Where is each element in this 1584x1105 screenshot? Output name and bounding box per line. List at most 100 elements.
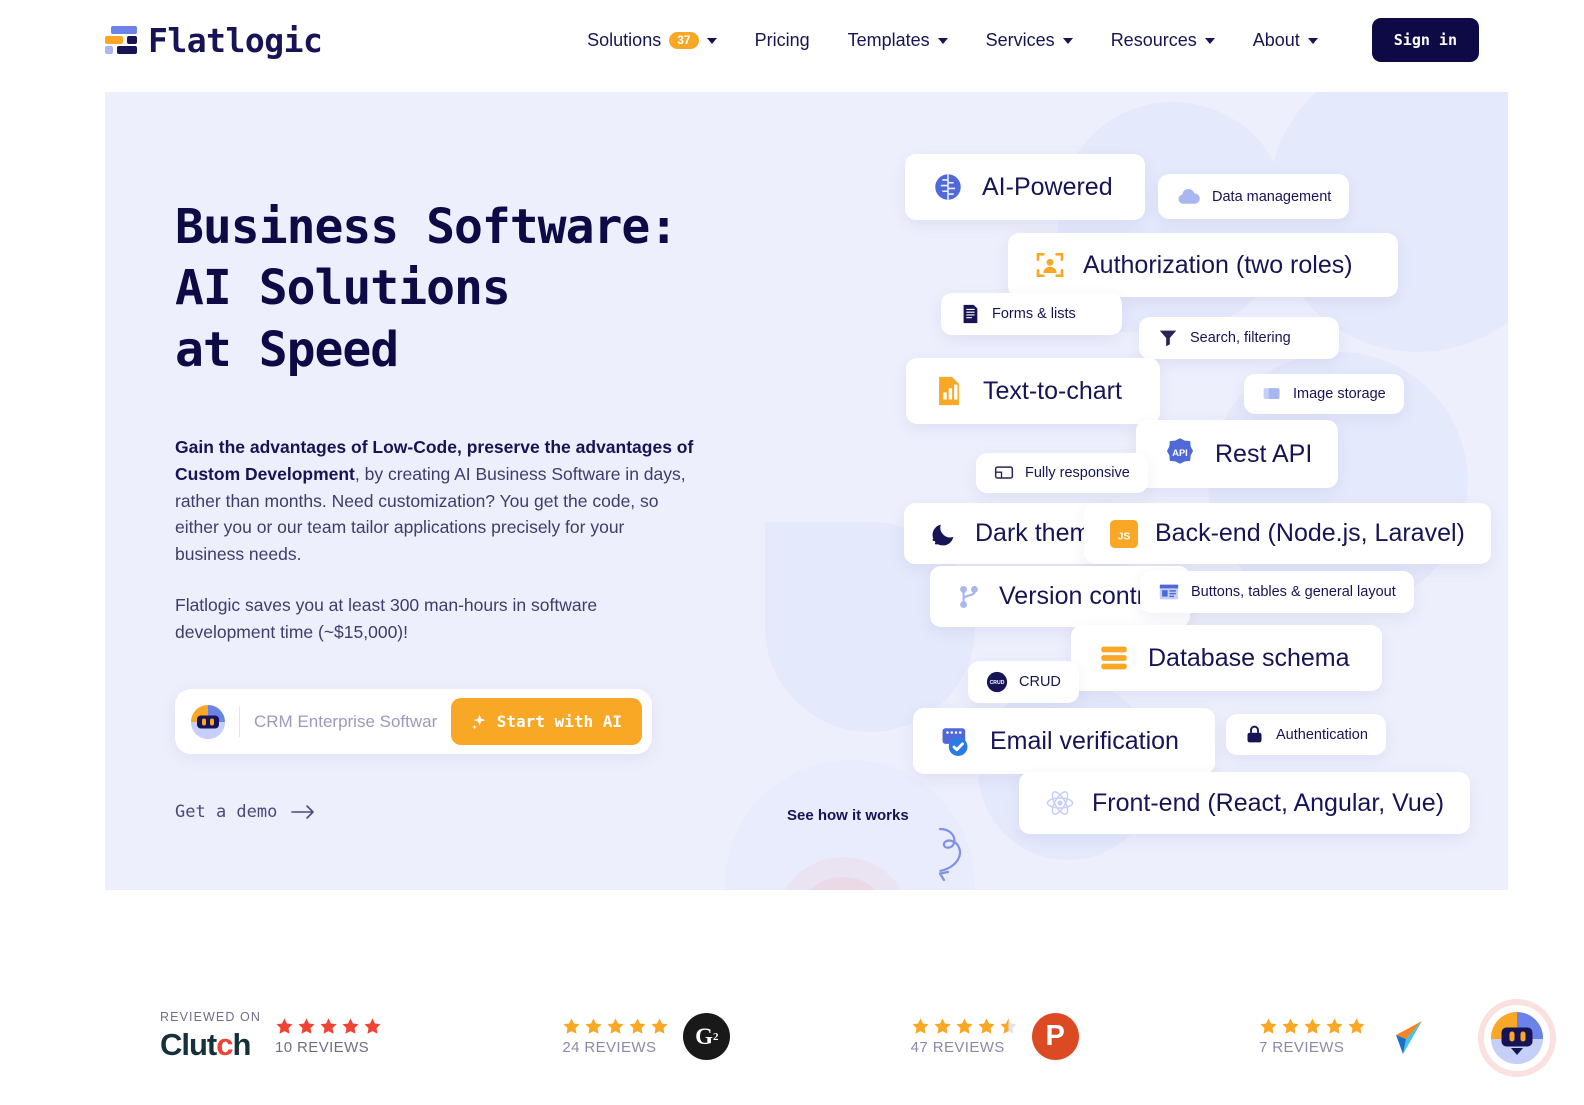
responsive-icon (994, 463, 1014, 483)
feature-card-label: Rest API (1215, 439, 1313, 468)
git-branch-icon (956, 584, 982, 610)
site-header: Flatlogic Solutions 37 Pricing Templates… (0, 0, 1584, 80)
review-count: 24 REVIEWS (562, 1039, 657, 1056)
star-icon (934, 1018, 951, 1034)
star-icon (298, 1018, 315, 1034)
brand-logo[interactable]: Flatlogic (105, 21, 323, 60)
moon-icon (930, 520, 958, 548)
feature-card-authentication[interactable]: Authentication (1226, 714, 1386, 755)
nav-item-solutions[interactable]: Solutions 37 (587, 30, 717, 51)
star-icon (563, 1018, 580, 1034)
feature-card-search-filtering[interactable]: Search, filtering (1139, 317, 1339, 359)
star-rating (275, 1017, 382, 1036)
feature-card-back-end-node-js-laravel[interactable]: JS Back-end (Node.js, Laravel) (1084, 503, 1491, 564)
feature-card-text-to-chart[interactable]: Text-to-chart (906, 358, 1160, 424)
api-icon: API (1162, 436, 1198, 472)
email-verify-icon (939, 724, 973, 758)
curved-arrow-icon (938, 827, 962, 882)
feature-card-label: AI-Powered (982, 172, 1113, 201)
chatbot-avatar-icon (1491, 1012, 1543, 1064)
star-icon (629, 1018, 646, 1034)
feature-card-label: Forms & lists (992, 306, 1076, 322)
feature-card-fully-responsive[interactable]: Fully responsive (976, 453, 1148, 493)
feature-card-email-verification[interactable]: Email verification (913, 708, 1215, 774)
feature-card-front-end-react-angular-vue[interactable]: Front-end (React, Angular, Vue) (1019, 772, 1471, 834)
review-badges: REVIEWED ON Clutch 10 REVIEWS 24 REVIEWS… (0, 1010, 1584, 1063)
feature-card-authorization-two-roles[interactable]: Authorization (two roles) (1008, 233, 1398, 297)
feature-card-crud[interactable]: CRUD CRUD (968, 661, 1079, 703)
star-icon (1348, 1018, 1365, 1034)
star-icon (320, 1018, 337, 1034)
chat-widget-button[interactable] (1478, 999, 1556, 1077)
nav-item-about[interactable]: About (1253, 30, 1318, 51)
user-scan-icon (1034, 249, 1066, 281)
feature-card-label: Buttons, tables & general layout (1191, 584, 1396, 600)
hero-section: Business Software: AI Solutions at Speed… (105, 92, 1508, 890)
svg-text:API: API (1172, 448, 1187, 458)
star-icon (978, 1018, 995, 1034)
chart-doc-icon (932, 374, 966, 408)
feature-card-buttons-tables-general-layout[interactable]: Buttons, tables & general layout (1140, 571, 1414, 613)
review-count: 10 REVIEWS (275, 1039, 370, 1056)
image-stack-icon (1262, 384, 1282, 404)
feature-card-forms-lists[interactable]: Forms & lists (941, 293, 1122, 335)
star-icon (607, 1018, 624, 1034)
brain-icon (931, 170, 965, 204)
chevron-down-icon (1062, 38, 1073, 44)
solutions-count-badge: 37 (669, 31, 699, 49)
producthunt-logo-icon: P (1031, 1013, 1079, 1060)
feature-card-database-schema[interactable]: Database schema (1071, 625, 1382, 691)
clutch-wordmark: Clutch (160, 1027, 251, 1062)
star-icon (364, 1018, 381, 1034)
reviewed-on-label: REVIEWED ON (160, 1010, 261, 1024)
star-icon (585, 1018, 602, 1034)
crud-icon: CRUD (986, 671, 1008, 693)
feature-card-label: Search, filtering (1190, 330, 1291, 346)
star-icon (1282, 1018, 1299, 1034)
star-icon (342, 1018, 359, 1034)
review-badge-clutch[interactable]: REVIEWED ON Clutch 10 REVIEWS (160, 1010, 382, 1063)
star-icon (1000, 1018, 1017, 1034)
main-navigation: Solutions 37 Pricing Templates Services … (587, 18, 1479, 62)
lock-icon (1244, 724, 1265, 745)
nav-label: Pricing (754, 29, 810, 50)
svg-text:JS: JS (1118, 530, 1131, 542)
nav-label: Services (985, 29, 1055, 50)
star-icon (1260, 1018, 1277, 1034)
svg-text:CRUD: CRUD (990, 680, 1005, 686)
feature-card-label: Back-end (Node.js, Laravel) (1155, 519, 1465, 547)
nav-item-pricing[interactable]: Pricing (755, 30, 810, 51)
feature-cards: AI-Powered Data management Authorization (… (105, 92, 1508, 890)
nav-item-services[interactable]: Services (986, 30, 1073, 51)
filter-icon (1157, 327, 1179, 349)
review-badge-producthunt[interactable]: 47 REVIEWS P (911, 1013, 1079, 1060)
star-rating (911, 1017, 1018, 1036)
feature-card-label: Fully responsive (1025, 465, 1130, 481)
star-icon (1304, 1018, 1321, 1034)
paperplane-logo-icon (1395, 1020, 1422, 1054)
feature-card-rest-api[interactable]: API Rest API (1136, 420, 1339, 488)
star-icon (912, 1018, 929, 1034)
nav-item-templates[interactable]: Templates (848, 30, 948, 51)
feature-card-ai-powered[interactable]: AI-Powered (905, 154, 1145, 220)
review-badge-g2[interactable]: 24 REVIEWS G2 (562, 1013, 731, 1060)
chevron-down-icon (1307, 38, 1318, 44)
star-icon (651, 1018, 668, 1034)
feature-card-label: Database schema (1148, 643, 1350, 672)
chevron-down-icon (1204, 38, 1215, 44)
feature-card-label: CRUD (1019, 674, 1061, 690)
star-rating (1259, 1017, 1366, 1036)
feature-card-label: Text-to-chart (983, 376, 1122, 405)
clutch-logo-icon: REVIEWED ON Clutch (160, 1010, 261, 1063)
sign-in-button[interactable]: Sign in (1371, 18, 1479, 62)
star-icon (1326, 1018, 1343, 1034)
feature-card-label: Front-end (React, Angular, Vue) (1092, 788, 1445, 817)
star-rating (562, 1017, 669, 1036)
feature-card-label: Image storage (1293, 386, 1386, 402)
feature-card-data-management[interactable]: Data management (1158, 174, 1350, 219)
feature-card-label: Data management (1212, 188, 1332, 205)
review-badge-trustpilot[interactable]: 7 REVIEWS (1259, 1017, 1424, 1057)
nav-item-resources[interactable]: Resources (1111, 30, 1215, 51)
feature-card-image-storage[interactable]: Image storage (1244, 374, 1404, 414)
nav-label: Resources (1110, 29, 1197, 50)
